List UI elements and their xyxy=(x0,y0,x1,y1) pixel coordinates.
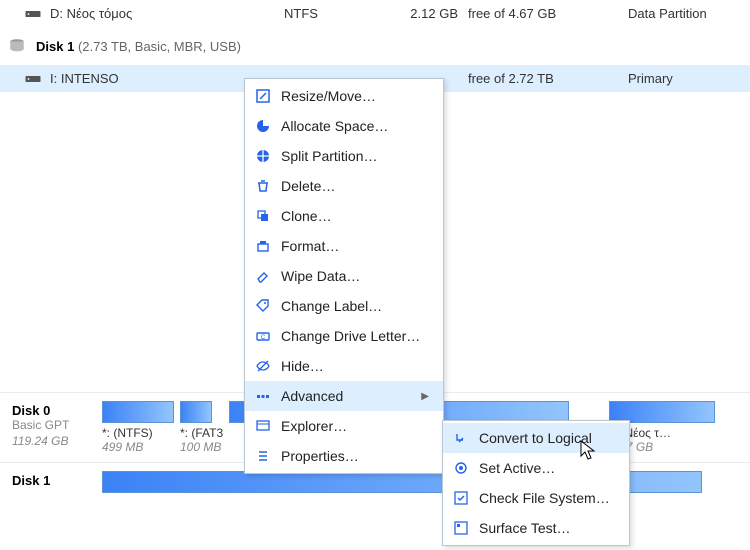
partition-name: D: Νέος τόμος xyxy=(50,6,132,21)
eye-off-icon xyxy=(255,358,271,374)
eraser-icon xyxy=(255,268,271,284)
menuitem-change-label[interactable]: Change Label… xyxy=(245,291,443,321)
context-menu: Resize/Move… Allocate Space… Split Parti… xyxy=(244,78,444,474)
disk-icon xyxy=(8,37,26,55)
list-icon xyxy=(255,448,271,464)
clone-icon xyxy=(255,208,271,224)
scan-icon xyxy=(453,520,469,536)
menuitem-allocate[interactable]: Allocate Space… xyxy=(245,111,443,141)
split-icon xyxy=(255,148,271,164)
menuitem-split[interactable]: Split Partition… xyxy=(245,141,443,171)
partition-bar[interactable]: *: (NTFS) 499 MB xyxy=(102,401,174,454)
partition-row[interactable]: D: Νέος τόμος NTFS 2.12 GB free of 4.67 … xyxy=(0,0,750,27)
menuitem-hide[interactable]: Hide… xyxy=(245,351,443,381)
flag-icon xyxy=(453,460,469,476)
menuitem-convert-logical[interactable]: Convert to Logical xyxy=(443,423,629,453)
type-label: Primary xyxy=(628,71,750,86)
explorer-icon xyxy=(255,418,271,434)
menuitem-clone[interactable]: Clone… xyxy=(245,201,443,231)
disk1-header[interactable]: Disk 1 (2.73 TB, Basic, MBR, USB) xyxy=(0,27,750,65)
fs-label: NTFS xyxy=(284,6,394,21)
partition-bar[interactable]: *: (FAT3 100 MB xyxy=(180,401,223,454)
menuitem-advanced[interactable]: Advanced ▶ xyxy=(245,381,443,411)
disk0-name: Disk 0 xyxy=(12,403,102,418)
mouse-cursor-icon xyxy=(580,440,598,465)
disk1-bar-name: Disk 1 xyxy=(12,473,102,488)
partition-name: I: INTENSO xyxy=(50,71,119,86)
used-label: 2.12 GB xyxy=(394,6,458,21)
dots-icon xyxy=(255,388,271,404)
free-label: free of 4.67 GB xyxy=(458,6,628,21)
disk1-info: (2.73 TB, Basic, MBR, USB) xyxy=(78,39,241,54)
type-label: Data Partition xyxy=(628,6,750,21)
menuitem-properties[interactable]: Properties… xyxy=(245,441,443,471)
menuitem-change-drive[interactable]: C Change Drive Letter… xyxy=(245,321,443,351)
menuitem-resize[interactable]: Resize/Move… xyxy=(245,81,443,111)
chevron-right-icon: ▶ xyxy=(421,391,429,402)
menuitem-check-fs[interactable]: Check File System… xyxy=(443,483,629,513)
menuitem-surface-test[interactable]: Surface Test… xyxy=(443,513,629,543)
trash-icon xyxy=(255,178,271,194)
drive-icon xyxy=(24,7,42,21)
disk1-name: Disk 1 xyxy=(36,39,74,54)
menuitem-delete[interactable]: Delete… xyxy=(245,171,443,201)
disk0-size: 119.24 GB xyxy=(12,434,102,448)
menuitem-wipe[interactable]: Wipe Data… xyxy=(245,261,443,291)
resize-icon xyxy=(255,88,271,104)
format-icon xyxy=(255,238,271,254)
menuitem-format[interactable]: Format… xyxy=(245,231,443,261)
svg-text:C: C xyxy=(261,335,266,341)
pie-icon xyxy=(255,118,271,134)
tag-icon xyxy=(255,298,271,314)
convert-icon xyxy=(453,430,469,446)
menuitem-set-active[interactable]: Set Active… xyxy=(443,453,629,483)
drive-icon xyxy=(24,72,42,86)
advanced-submenu: Convert to Logical Set Active… Check Fil… xyxy=(442,420,630,546)
disk0-type: Basic GPT xyxy=(12,418,102,434)
menuitem-explorer[interactable]: Explorer… xyxy=(245,411,443,441)
free-label: free of 2.72 TB xyxy=(458,71,628,86)
drive-letter-icon: C xyxy=(255,328,271,344)
check-icon xyxy=(453,490,469,506)
